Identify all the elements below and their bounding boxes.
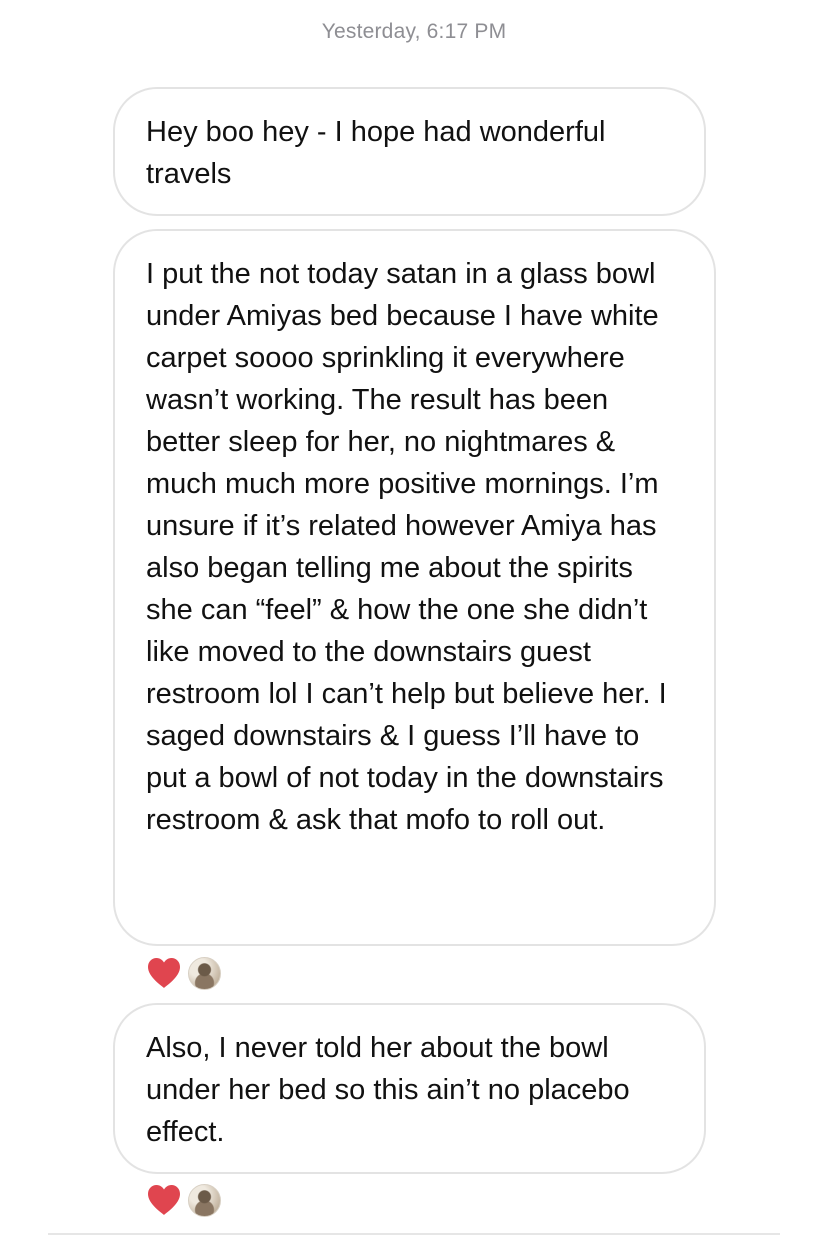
divider	[48, 1233, 780, 1235]
message-bubble[interactable]: Also, I never told her about the bowl un…	[113, 1003, 706, 1174]
message-bubble[interactable]: I put the not today satan in a glass bow…	[113, 229, 716, 946]
message-text: Also, I never told her about the bowl un…	[146, 1032, 630, 1148]
message-reactions[interactable]	[146, 1182, 221, 1218]
message-timestamp: Yesterday, 6:17 PM	[321, 20, 507, 43]
heart-icon	[148, 958, 180, 988]
reactor-avatar[interactable]	[188, 1183, 221, 1217]
message-reactions[interactable]	[146, 955, 221, 991]
message-text: I put the not today satan in a glass bow…	[146, 258, 667, 836]
message-text: Hey boo hey - I hope had wonderful trave…	[146, 116, 606, 190]
heart-icon	[148, 1185, 180, 1215]
reactor-avatar[interactable]	[188, 956, 221, 990]
message-bubble[interactable]: Hey boo hey - I hope had wonderful trave…	[113, 87, 706, 216]
